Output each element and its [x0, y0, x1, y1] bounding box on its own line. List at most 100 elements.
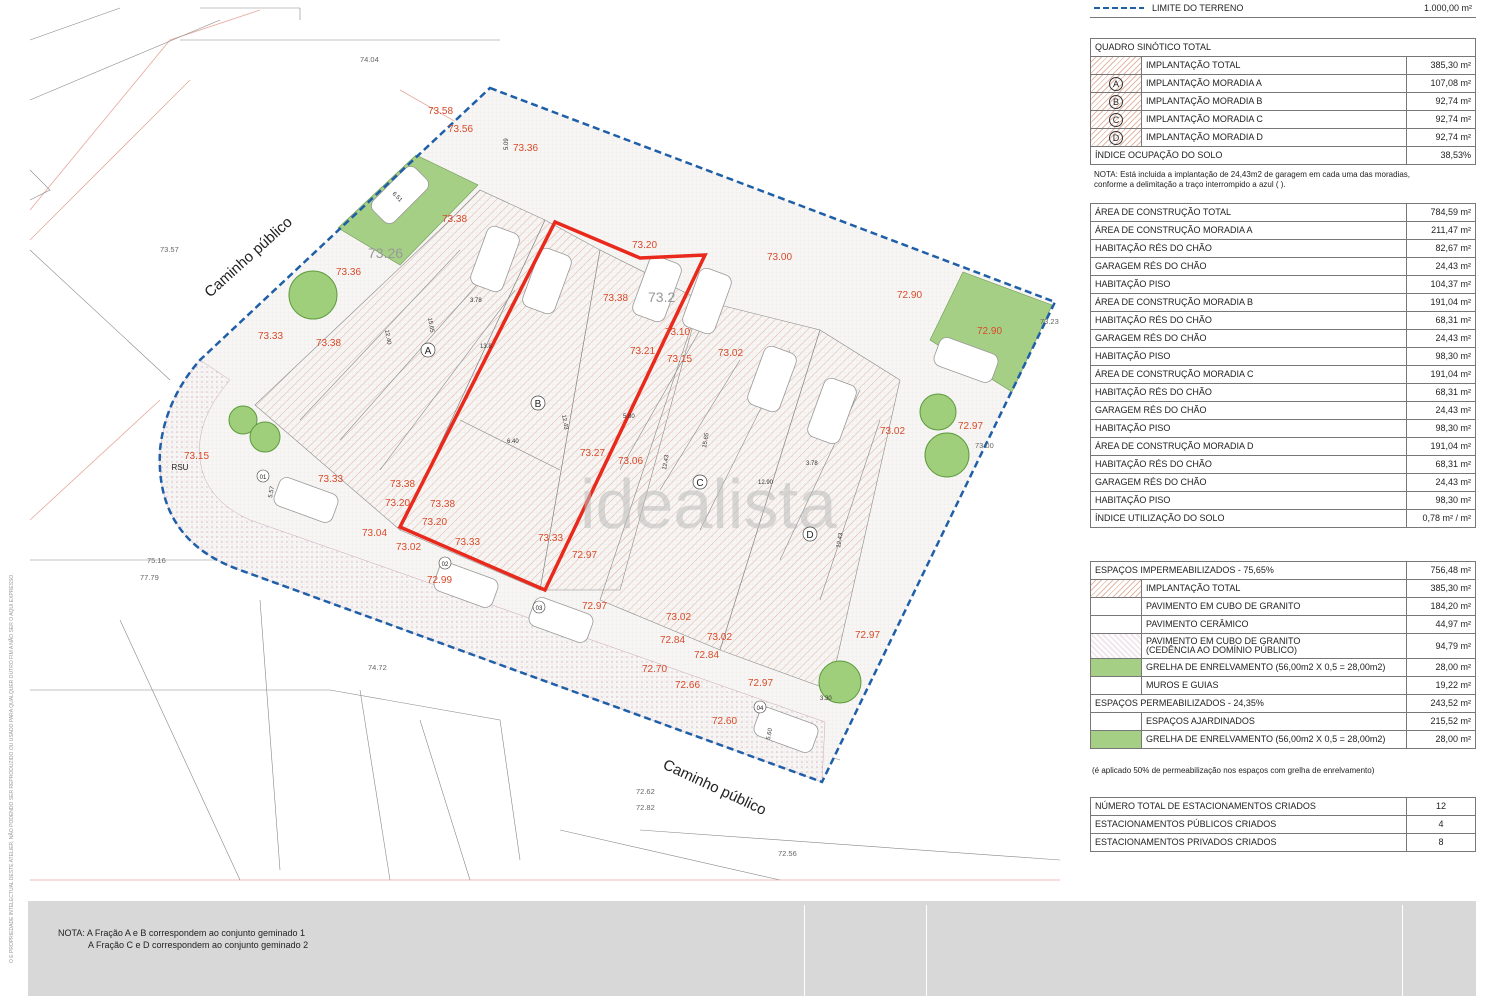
spot-elevation: 73.15 — [184, 451, 209, 462]
row-value: 385,30 m² — [1406, 56, 1476, 75]
row-value: 28,00 m² — [1406, 730, 1476, 749]
spot-elevation: 73.00 — [767, 252, 792, 263]
spot-elevation: 73.21 — [630, 346, 655, 357]
table-row: ÁREA DE CONSTRUÇÃO MORADIA C 191,04 m² — [1090, 365, 1476, 384]
swatch-ajardinados — [1091, 713, 1141, 730]
spot-elevation: 73.33 — [258, 331, 283, 342]
row-label: HABITAÇÃO RÉS DO CHÃO — [1090, 311, 1407, 330]
dimension-label: 6.40 — [507, 439, 519, 445]
spot-elevation: 72.84 — [694, 650, 719, 661]
spot-elevation: 73.02 — [718, 348, 743, 359]
row-label: IMPLANTAÇÃO MORADIA A — [1141, 74, 1407, 93]
row-value: 92,74 m² — [1406, 128, 1476, 147]
legend-table: LIMITE DO TERRENO 1.000,00 m² — [1090, 0, 1476, 18]
ground-elevation: 75.16 — [147, 556, 166, 565]
swatch-cubo — [1091, 598, 1141, 615]
row-value: 94,79 m² — [1406, 633, 1476, 659]
row-label: HABITAÇÃO PISO — [1090, 491, 1407, 510]
row-label: HABITAÇÃO PISO — [1090, 347, 1407, 366]
ground-elevation: 77.79 — [140, 573, 159, 582]
table-row: HABITAÇÃO PISO 98,30 m² — [1090, 491, 1476, 510]
row-label: PAVIMENTO EM CUBO DE GRANITO — [1141, 597, 1407, 616]
dimension-label: 5.09 — [504, 138, 510, 150]
row-value: 19,22 m² — [1406, 676, 1476, 695]
swatch-grass — [1091, 659, 1141, 676]
spot-elevation: 73.27 — [580, 448, 605, 459]
legend-label: LIMITE DO TERRENO — [1148, 0, 1408, 18]
ground-elevation: 73.00 — [975, 441, 994, 450]
spot-elevation: 73.20 — [422, 517, 447, 528]
espacos-table: ESPAÇOS IMPERMEABILIZADOS - 75,65% 756,4… — [1090, 561, 1476, 749]
spot-elevation: 73.26 — [368, 245, 403, 261]
row-value: 92,74 m² — [1406, 110, 1476, 129]
quadro-title: QUADRO SINÓTICO TOTAL — [1090, 38, 1476, 57]
row-label: ÍNDICE UTILIZAÇÃO DO SOLO — [1090, 509, 1407, 528]
row-value: 191,04 m² — [1406, 437, 1476, 456]
spot-elevation: 73.02 — [666, 612, 691, 623]
table-row: HABITAÇÃO PISO 104,37 m² — [1090, 275, 1476, 294]
row-value: 24,43 m² — [1406, 401, 1476, 420]
row-label: HABITAÇÃO RÉS DO CHÃO — [1090, 239, 1407, 258]
table-row: GARAGEM RÉS DO CHÃO 24,43 m² — [1090, 401, 1476, 420]
watermark: idealista — [580, 465, 837, 543]
spot-elevation: 73.38 — [430, 499, 455, 510]
spot-elevation: 72.84 — [660, 635, 685, 646]
spot-elevation: 73.02 — [707, 632, 732, 643]
table-row: HABITAÇÃO RÉS DO CHÃO 68,31 m² — [1090, 311, 1476, 330]
spot-elevation: 72.97 — [582, 601, 607, 612]
table-row: GARAGEM RÉS DO CHÃO 24,43 m² — [1090, 329, 1476, 348]
spot-elevation: 72.60 — [712, 716, 737, 727]
spot-elevation: 73.56 — [448, 124, 473, 135]
table-row: HABITAÇÃO RÉS DO CHÃO 68,31 m² — [1090, 383, 1476, 402]
spot-elevation: 73.36 — [336, 267, 361, 278]
indice-ocupacao-value: 38,53% — [1406, 146, 1476, 165]
row-label: NÚMERO TOTAL DE ESTACIONAMENTOS CRIADOS — [1090, 797, 1407, 816]
indice-ocupacao-label: ÍNDICE OCUPAÇÃO DO SOLO — [1090, 146, 1407, 165]
row-value: 191,04 m² — [1406, 365, 1476, 384]
ground-elevation: 74.72 — [368, 663, 387, 672]
row-label: IMPLANTAÇÃO MORADIA C — [1141, 110, 1407, 129]
row-value: 8 — [1406, 833, 1476, 852]
row-value: 92,74 m² — [1406, 92, 1476, 111]
spot-elevation: 73.20 — [632, 240, 657, 251]
spot-elevation: 73.02 — [396, 542, 421, 553]
lot-key: A — [1109, 76, 1123, 91]
spot-elevation: 73.2 — [648, 289, 675, 305]
table-row: GARAGEM RÉS DO CHÃO 24,43 m² — [1090, 473, 1476, 492]
row-value: 0,78 m² / m² — [1406, 509, 1476, 528]
spot-elevation: 72.97 — [855, 630, 880, 641]
table-row: HABITAÇÃO RÉS DO CHÃO 68,31 m² — [1090, 455, 1476, 474]
spot-elevation: 73.06 — [618, 456, 643, 467]
row-label: ÁREA DE CONSTRUÇÃO TOTAL — [1090, 203, 1407, 222]
row-label: PAVIMENTO CERÂMICO — [1141, 615, 1407, 634]
ground-elevation: 72.56 — [778, 849, 797, 858]
spot-elevation: 72.66 — [675, 680, 700, 691]
spot-elevation: 73.10 — [665, 327, 690, 338]
imperm-value: 756,48 m² — [1406, 561, 1476, 580]
rsu-label: RSU — [172, 463, 189, 472]
row-value: 104,37 m² — [1406, 275, 1476, 294]
footer-note-line-1: NOTA: A Fração A e B correspondem ao con… — [58, 928, 305, 938]
swatch-hatch — [1091, 580, 1141, 597]
perm-label: ESPAÇOS PERMEABILIZADOS - 24,35% — [1090, 694, 1407, 713]
street-label: Caminho público — [660, 756, 768, 819]
row-value: 24,43 m² — [1406, 329, 1476, 348]
row-value: 385,30 m² — [1406, 579, 1476, 598]
quadro-note-2: conforme a delimitação a traço interromp… — [1094, 180, 1286, 189]
spot-elevation: 73.02 — [880, 426, 905, 437]
row-value: 98,30 m² — [1406, 491, 1476, 510]
spot-elevation: 73.38 — [316, 338, 341, 349]
row-value: 184,20 m² — [1406, 597, 1476, 616]
row-label: IMPLANTAÇÃO TOTAL — [1141, 579, 1407, 598]
estacionamentos-table: NÚMERO TOTAL DE ESTACIONAMENTOS CRIADOS … — [1090, 797, 1476, 852]
footer-note-line-2: A Fração C e D correspondem ao conjunto … — [88, 940, 309, 950]
spot-elevation: 73.15 — [667, 354, 692, 365]
row-label: GARAGEM RÉS DO CHÃO — [1090, 401, 1407, 420]
spot-elevation: 73.20 — [385, 498, 410, 509]
row-label: HABITAÇÃO RÉS DO CHÃO — [1090, 455, 1407, 474]
parking-number: 03 — [536, 606, 543, 612]
row-label: HABITAÇÃO PISO — [1090, 419, 1407, 438]
quadro-sinotico-table: QUADRO SINÓTICO TOTAL IMPLANTAÇÃO TOTAL … — [1090, 38, 1476, 165]
spot-elevation: 73.04 — [362, 528, 387, 539]
row-label: ESTACIONAMENTOS PRIVADOS CRIADOS — [1090, 833, 1407, 852]
